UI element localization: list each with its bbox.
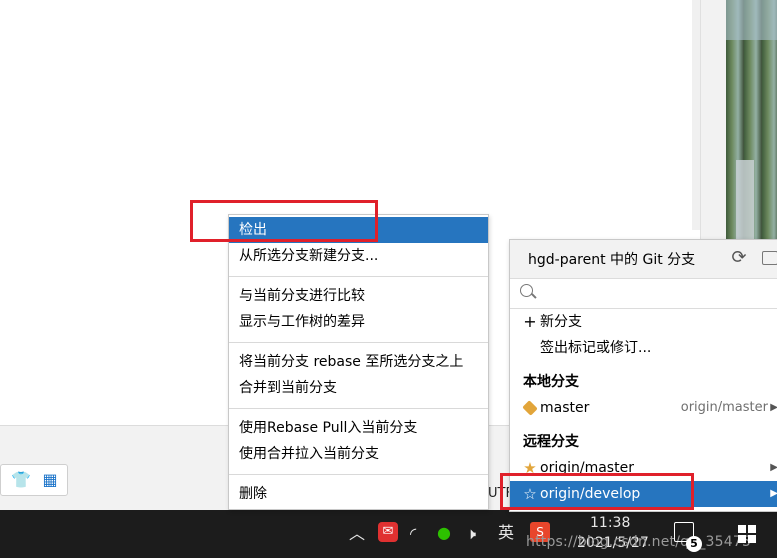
- menu-separator: [229, 474, 488, 475]
- search-icon: [520, 284, 533, 297]
- menu-separator: [229, 408, 488, 409]
- chevron-right-icon: ▶: [770, 488, 777, 499]
- branch-context-menu: 检出 从所选分支新建分支... 与当前分支进行比较 显示与工作树的差异 将当前分…: [228, 214, 489, 510]
- tag-icon: [522, 395, 538, 422]
- git-popup-header: hgd-parent 中的 Git 分支 ⟳: [510, 240, 777, 279]
- git-popup-title: hgd-parent 中的 Git 分支: [528, 252, 696, 268]
- chevron-up-icon[interactable]: ︿: [349, 524, 365, 544]
- wechat-icon[interactable]: ●: [437, 523, 451, 543]
- menu-item-merge-into-current[interactable]: 合并到当前分支: [229, 375, 488, 401]
- menu-item-show-diff-with-worktree[interactable]: 显示与工作树的差异: [229, 309, 488, 335]
- notification-count-badge: 5: [686, 536, 702, 552]
- git-action-checkout-tag[interactable]: 签出标记或修订...: [510, 335, 777, 361]
- grid-icon[interactable]: ▦: [41, 471, 59, 489]
- branch-search-bar[interactable]: [510, 278, 777, 309]
- menu-item-rebase-onto-selected[interactable]: 将当前分支 rebase 至所选分支之上: [229, 349, 488, 375]
- tracking-branch-label: origin/master: [680, 400, 768, 415]
- remote-branches-header: 远程分支: [523, 434, 579, 450]
- chevron-right-icon: ▶: [770, 402, 777, 413]
- settings-icon[interactable]: [762, 251, 777, 265]
- highlight-box-checkout: [190, 200, 378, 242]
- menu-separator: [229, 342, 488, 343]
- watermark-text: https://blog.csdn.net/qq_35475: [526, 534, 752, 550]
- app-tray-icon[interactable]: ✉: [378, 522, 398, 542]
- refresh-icon[interactable]: ⟳: [729, 248, 749, 268]
- chevron-right-icon: ▶: [770, 462, 777, 473]
- input-method-indicator[interactable]: 英: [498, 523, 514, 543]
- menu-item-compare-with-current[interactable]: 与当前分支进行比较: [229, 283, 488, 309]
- menu-item-new-branch-from-selected[interactable]: 从所选分支新建分支...: [229, 243, 488, 269]
- volume-mute-icon[interactable]: 🕨: [466, 524, 476, 544]
- clock-time[interactable]: 11:38: [590, 513, 630, 533]
- menu-item-pull-rebase[interactable]: 使用Rebase Pull入当前分支: [229, 415, 488, 441]
- plus-icon: +: [523, 312, 537, 331]
- menu-separator: [229, 276, 488, 277]
- tool-strip: 👕 ▦: [0, 464, 68, 496]
- menu-item-pull-merge[interactable]: 使用合并拉入当前分支: [229, 441, 488, 467]
- git-branches-popup: hgd-parent 中的 Git 分支 ⟳ + 新分支 签出标记或修订... …: [509, 239, 777, 512]
- git-action-new-branch[interactable]: + 新分支: [510, 309, 777, 335]
- editor-scrollbar[interactable]: [692, 0, 700, 230]
- shirt-icon[interactable]: 👕: [11, 471, 31, 489]
- windows-taskbar: ︿ ✉ ◜ ● 🕨 英 S 11:38 2021/5/27 https://bl…: [0, 510, 777, 558]
- local-branches-header: 本地分支: [523, 374, 579, 390]
- highlight-box-origin-develop: [500, 473, 694, 510]
- windows-logo-icon[interactable]: [738, 525, 756, 543]
- branch-item-master[interactable]: master origin/master ▶: [510, 395, 777, 421]
- wifi-icon[interactable]: ◜: [410, 524, 416, 544]
- branch-search-input[interactable]: [542, 282, 766, 306]
- menu-item-delete[interactable]: 删除: [229, 481, 488, 507]
